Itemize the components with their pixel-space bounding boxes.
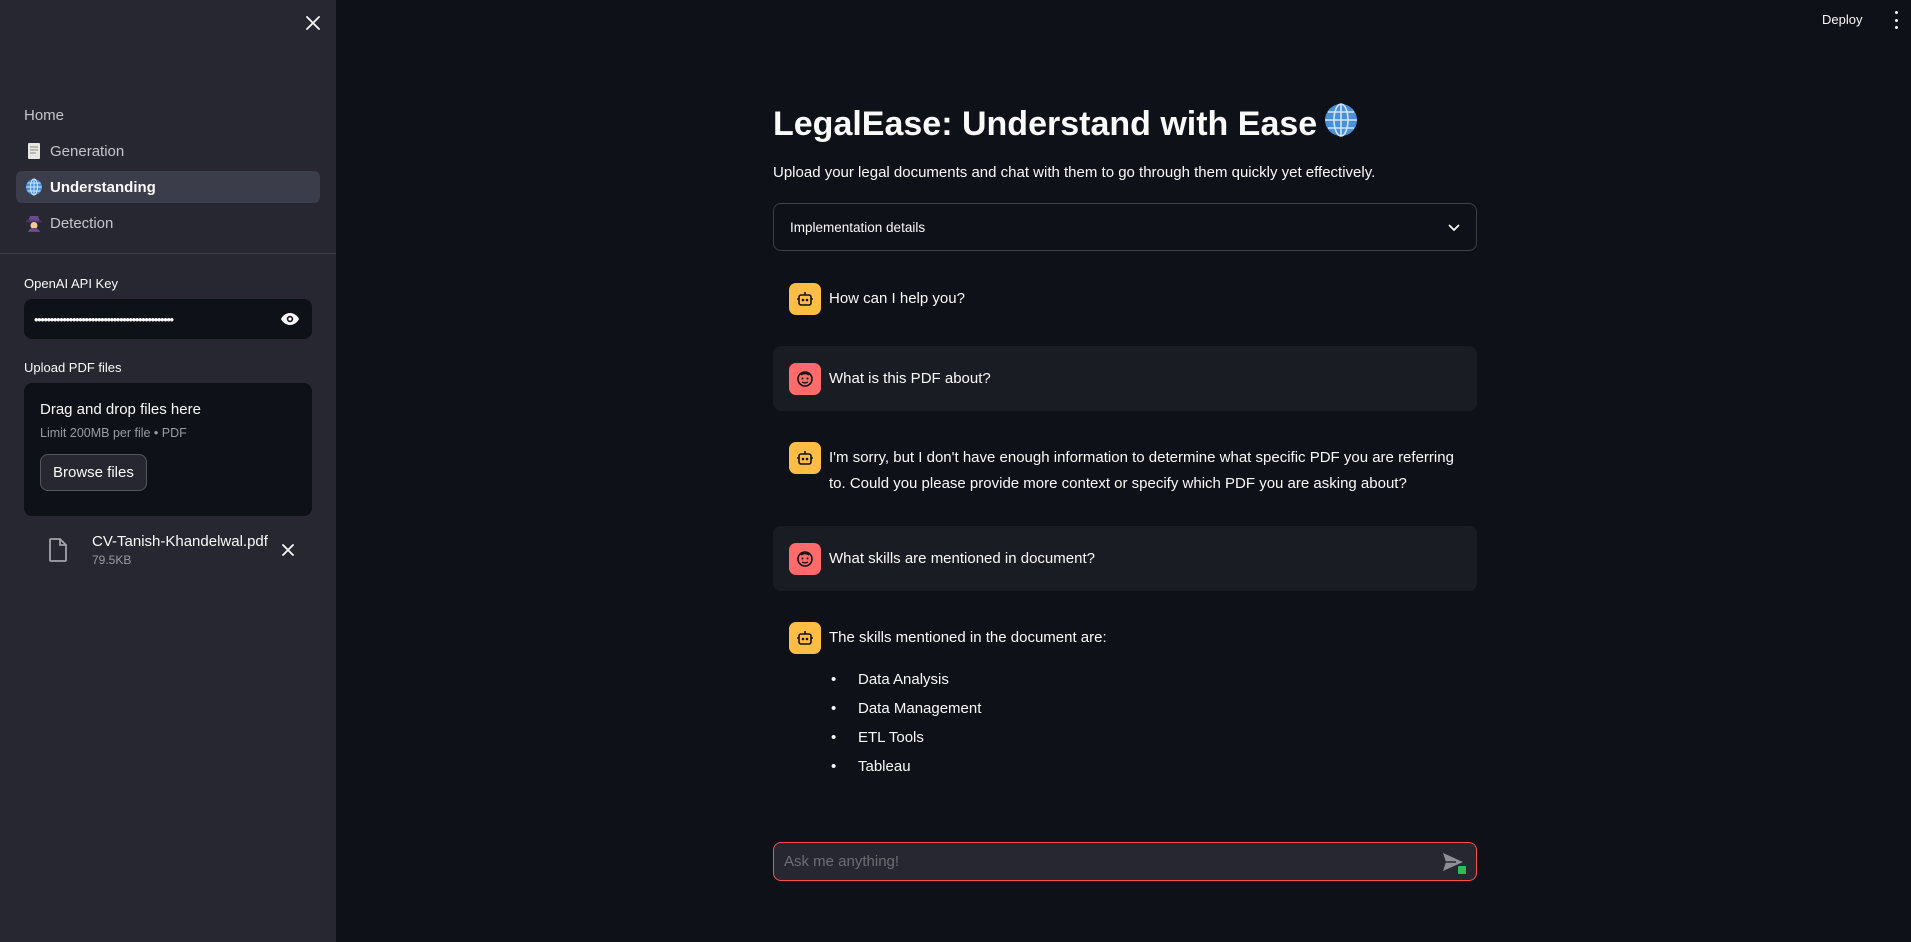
file-icon [24, 538, 92, 562]
list-item: Data Management [829, 694, 1107, 723]
main-menu-icon[interactable] [1892, 11, 1900, 29]
chat-input-box[interactable] [773, 842, 1477, 881]
message-text: What skills are mentioned in document? [829, 550, 1095, 567]
chat-message-assistant: I'm sorry, but I don't have enough infor… [773, 442, 1477, 502]
browse-files-button[interactable]: Browse files [40, 454, 147, 491]
nav-item-label: Generation [50, 142, 125, 160]
dropzone-title: Drag and drop files here [40, 401, 201, 418]
nav-item-home[interactable]: Home [16, 99, 320, 131]
detective-icon [24, 213, 44, 233]
app-window: Home Generation Understanding Detection [0, 0, 1911, 942]
globe-icon [1323, 102, 1359, 147]
page-title-text: LegalEase: Understand with Ease [773, 105, 1318, 143]
chat-message-user: What skills are mentioned in document? [773, 526, 1477, 591]
list-item: Data Analysis [829, 665, 1107, 694]
nav-item-label: Understanding [50, 178, 156, 196]
sidebar-nav: Home Generation Understanding Detection [16, 99, 320, 243]
list-item: Tableau [829, 752, 1107, 781]
chat-message-assistant: How can I help you? [773, 283, 1477, 317]
api-key-field[interactable]: ••••••••••••••••••••••••••••••••••••••••… [24, 299, 312, 339]
chat-message-user: What is this PDF about? [773, 346, 1477, 411]
nav-item-label: Detection [50, 214, 114, 232]
bot-avatar-icon [789, 622, 821, 654]
file-dropzone[interactable]: Drag and drop files here Limit 200MB per… [24, 383, 312, 516]
close-sidebar-icon[interactable] [302, 12, 324, 34]
nav-item-understanding[interactable]: Understanding [16, 171, 320, 203]
skills-list: Data Analysis Data Management ETL Tools … [829, 665, 1107, 781]
user-avatar-icon [789, 363, 821, 395]
deploy-button[interactable]: Deploy [1822, 12, 1862, 27]
page-subtitle: Upload your legal documents and chat wit… [773, 164, 1376, 181]
message-text: What is this PDF about? [829, 370, 991, 387]
dropzone-limit: Limit 200MB per file • PDF [40, 426, 187, 440]
api-key-label: OpenAI API Key [24, 276, 118, 291]
sidebar: Home Generation Understanding Detection [0, 0, 336, 942]
nav-item-generation[interactable]: Generation [16, 135, 320, 167]
file-size: 79.5KB [92, 553, 132, 567]
sidebar-divider [0, 253, 336, 254]
api-key-value[interactable]: ••••••••••••••••••••••••••••••••••••••••… [34, 312, 278, 327]
bot-avatar-icon [789, 442, 821, 474]
bot-avatar-icon [789, 283, 821, 315]
chat-input[interactable] [784, 853, 1440, 870]
chat-message-assistant: The skills mentioned in the document are… [773, 622, 1477, 782]
message-body: The skills mentioned in the document are… [829, 622, 1107, 781]
file-name: CV-Tanish-Khandelwal.pdf [92, 533, 268, 550]
user-avatar-icon [789, 543, 821, 575]
page-title: LegalEase: Understand with Ease [773, 102, 1359, 147]
message-text: I'm sorry, but I don't have enough infor… [829, 449, 1454, 492]
expander-label: Implementation details [790, 219, 926, 235]
message-text: How can I help you? [829, 290, 965, 307]
chevron-down-icon [1448, 220, 1460, 235]
status-indicator [1458, 865, 1466, 874]
send-icon[interactable] [1440, 849, 1466, 875]
nav-item-label: Home [24, 106, 65, 124]
remove-file-icon[interactable] [276, 538, 300, 562]
nav-item-detection[interactable]: Detection [16, 207, 320, 239]
message-text: The skills mentioned in the document are… [829, 629, 1107, 646]
eye-icon[interactable] [278, 307, 302, 331]
globe-icon [24, 177, 44, 197]
implementation-details-expander[interactable]: Implementation details [773, 203, 1477, 251]
page-icon [24, 141, 44, 161]
upload-label: Upload PDF files [24, 360, 122, 375]
list-item: ETL Tools [829, 723, 1107, 752]
uploaded-file: CV-Tanish-Khandelwal.pdf 79.5KB [24, 530, 312, 570]
